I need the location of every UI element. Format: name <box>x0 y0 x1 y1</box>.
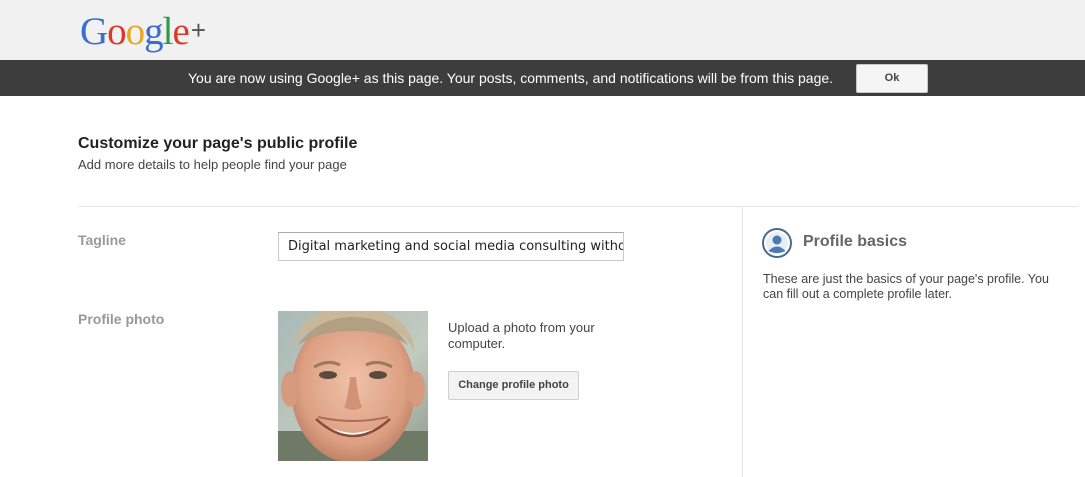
tagline-label: Tagline <box>78 232 126 248</box>
logo-letter: g <box>144 10 163 53</box>
logo-letter: l <box>162 10 174 53</box>
logo-wordmark: Google <box>80 10 190 53</box>
section-divider <box>78 206 1078 207</box>
logo-letter: G <box>80 10 108 53</box>
google-plus-logo[interactable]: Google+ <box>80 8 206 54</box>
top-bar: Google+ <box>0 0 1085 60</box>
profile-photo <box>278 311 428 461</box>
page-title: Customize your page's public profile <box>78 135 358 152</box>
tagline-input[interactable]: Digital marketing and social media consu… <box>278 232 624 261</box>
page-subtitle: Add more details to help people find you… <box>78 157 347 172</box>
profile-basics-title: Profile basics <box>803 233 908 250</box>
logo-letter: o <box>107 10 126 53</box>
notification-text: You are now using Google+ as this page. … <box>188 70 834 86</box>
logo-letter: o <box>125 10 145 53</box>
profile-basics-text: These are just the basics of your page's… <box>763 272 1049 301</box>
logo-letter: e <box>172 10 190 53</box>
ok-button[interactable]: Ok <box>856 64 928 93</box>
profile-photo-label: Profile photo <box>78 311 165 327</box>
profile-icon <box>762 228 792 258</box>
column-divider <box>742 207 743 477</box>
upload-photo-text: Upload a photo from your computer. <box>448 320 595 351</box>
logo-plus: + <box>190 15 207 45</box>
change-profile-photo-button[interactable]: Change profile photo <box>448 371 579 400</box>
